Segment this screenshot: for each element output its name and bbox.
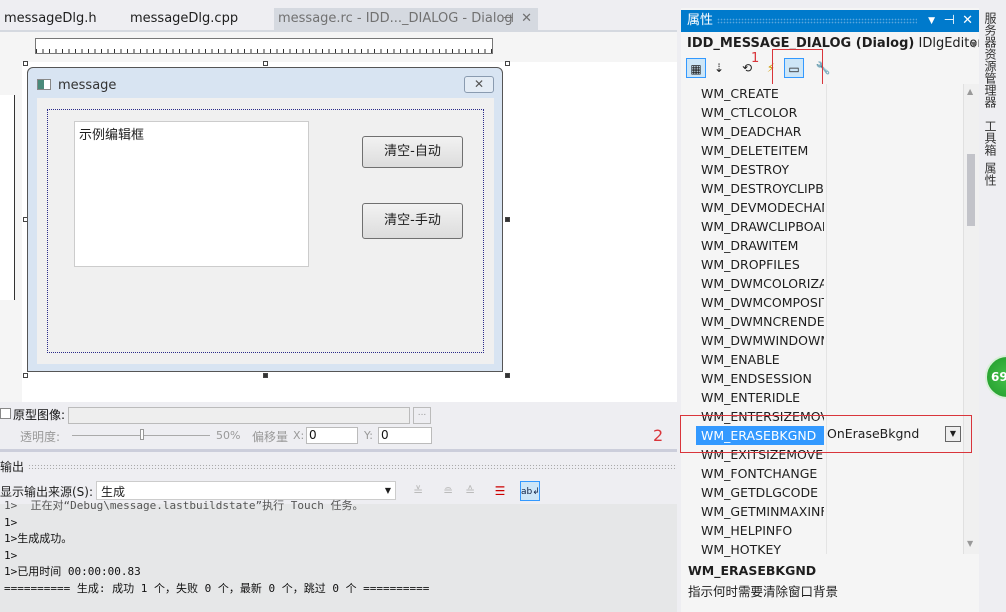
- message-item[interactable]: WM_ENDSESSION: [696, 369, 824, 388]
- message-item[interactable]: WM_HOTKEY: [696, 540, 824, 559]
- message-item[interactable]: WM_ENTERIDLE: [696, 388, 824, 407]
- source-value: 生成: [101, 485, 126, 499]
- y-label: Y:: [364, 429, 373, 442]
- message-item[interactable]: WM_GETMINMAXINF: [696, 502, 824, 521]
- offset-y-input[interactable]: 0: [378, 427, 432, 444]
- message-item[interactable]: WM_DEADCHAR: [696, 122, 824, 141]
- output-line: 1>生成成功。: [4, 532, 73, 545]
- output-header: 输出: [0, 452, 677, 482]
- dialog-title: message: [58, 78, 117, 93]
- tab-message-rc[interactable]: message.rc - IDD..._DIALOG - Dialog ⊣ ✕: [274, 8, 538, 30]
- offset-label: 偏移量: [252, 430, 289, 444]
- sample-edit-box[interactable]: 示例编辑框: [74, 121, 309, 267]
- resize-handle[interactable]: [263, 373, 268, 378]
- message-item[interactable]: WM_DROPFILES: [696, 255, 824, 274]
- vertical-ruler: [0, 95, 15, 300]
- message-item[interactable]: WM_CREATE: [696, 84, 824, 103]
- vertical-scrollbar[interactable]: ▲ ▼: [964, 84, 979, 554]
- pin-icon[interactable]: ⊣: [944, 10, 955, 32]
- side-tab-strip: 服务器资源管理器 工具箱 属性: [979, 8, 1006, 612]
- resize-handle[interactable]: [23, 61, 28, 66]
- message-item[interactable]: WM_CTLCOLOR: [696, 103, 824, 122]
- browse-button[interactable]: ...: [413, 407, 431, 424]
- tab-messagedlg-h[interactable]: messageDlg.h: [0, 8, 101, 30]
- clear-auto-button[interactable]: 清空-自动: [362, 136, 463, 168]
- message-item[interactable]: WM_DEVMODECHAN: [696, 198, 824, 217]
- column-divider: [826, 84, 827, 554]
- close-icon[interactable]: ✕: [962, 10, 973, 32]
- message-item[interactable]: WM_DRAWCLIPBOAR: [696, 217, 824, 236]
- message-item[interactable]: WM_DESTROY: [696, 160, 824, 179]
- clear-manual-button[interactable]: 清空-手动: [362, 203, 463, 239]
- pin-icon[interactable]: ⊣: [503, 8, 514, 30]
- tab-label: message.rc - IDD..._DIALOG - Dialog: [278, 11, 513, 26]
- side-tab-properties[interactable]: 属性: [982, 162, 999, 186]
- description-title: WM_ERASEBKGND: [688, 563, 817, 578]
- prototype-path-input[interactable]: [68, 407, 410, 424]
- chevron-down-icon: ▼: [971, 40, 978, 49]
- side-tab-toolbox[interactable]: 工具箱: [982, 120, 999, 156]
- annotation-box: [680, 415, 972, 453]
- properties-panel: 属性 ▼ ⊣ ✕ IDD_MESSAGE_DIALOG (Dialog) IDl…: [681, 8, 983, 612]
- resize-handle[interactable]: [505, 61, 510, 66]
- output-line: 1>: [4, 548, 18, 562]
- output-title: 输出: [0, 460, 25, 474]
- window-icon: [37, 79, 51, 90]
- output-line: 1> 正在对“Debug\message.lastbuildstate”执行 T…: [4, 499, 364, 512]
- message-item[interactable]: WM_DWMWINDOWM: [696, 331, 824, 350]
- message-item[interactable]: WM_ENABLE: [696, 350, 824, 369]
- chevron-down-icon: ▼: [384, 486, 391, 495]
- message-item[interactable]: WM_FONTCHANGE: [696, 464, 824, 483]
- description-pane: WM_ERASEBKGND 指示何时需要清除窗口背景: [681, 560, 979, 612]
- transparency-label: 透明度:: [20, 430, 61, 444]
- resize-handle[interactable]: [505, 373, 510, 378]
- close-icon[interactable]: ✕: [521, 8, 532, 30]
- output-line: 1>已用时间 00:00:00.83: [4, 565, 141, 578]
- properties-title-bar: 属性 ▼ ⊣ ✕: [681, 10, 979, 32]
- output-text[interactable]: 1> 正在对“Debug\message.lastbuildstate”执行 T…: [0, 499, 677, 612]
- dropdown-icon[interactable]: ▼: [928, 10, 935, 32]
- tab-messagedlg-cpp[interactable]: messageDlg.cpp: [126, 8, 242, 30]
- prototype-label: 原型图像:: [13, 408, 66, 422]
- prototype-image-panel: 原型图像: ... 透明度: 50% 偏移量 X: 0 Y: 0: [0, 402, 677, 450]
- properties-title: 属性: [687, 13, 714, 28]
- resize-handle[interactable]: [23, 373, 28, 378]
- slider-thumb[interactable]: [140, 429, 144, 440]
- prototype-checkbox[interactable]: [0, 408, 11, 419]
- output-line: 1>: [4, 515, 18, 529]
- resize-handle[interactable]: [263, 61, 268, 66]
- message-item[interactable]: WM_DRAWITEM: [696, 236, 824, 255]
- drag-grip[interactable]: [28, 464, 677, 469]
- message-item[interactable]: WM_HELPINFO: [696, 521, 824, 540]
- message-item[interactable]: WM_GETDLGCODE: [696, 483, 824, 502]
- dialog-close-button[interactable]: ✕: [464, 76, 494, 93]
- object-selector[interactable]: IDD_MESSAGE_DIALOG (Dialog) IDlgEditor ▼: [687, 36, 983, 51]
- categorized-icon[interactable]: ▦: [686, 58, 706, 78]
- scrollbar-thumb[interactable]: [967, 154, 975, 226]
- transparency-value: 50%: [216, 429, 241, 442]
- message-item[interactable]: WM_DESTROYCLIPBC: [696, 179, 824, 198]
- horizontal-ruler: [35, 38, 493, 54]
- annotation-label: 1: [751, 51, 760, 66]
- message-item[interactable]: WM_DELETEITEM: [696, 141, 824, 160]
- annotation-label: 2: [653, 426, 664, 445]
- offset-x-input[interactable]: 0: [306, 427, 358, 444]
- message-item[interactable]: WM_DWMNCRENDEI: [696, 312, 824, 331]
- resize-handle[interactable]: [505, 217, 510, 222]
- x-label: X:: [293, 429, 305, 442]
- message-item[interactable]: WM_DWMCOMPOSIT: [696, 293, 824, 312]
- drag-grip[interactable]: [717, 18, 917, 24]
- output-line: ========== 生成: 成功 1 个，失败 0 个，最新 0 个，跳过 0…: [4, 581, 430, 595]
- message-item[interactable]: WM_DWMCOLORIZAT: [696, 274, 824, 293]
- description-text: 指示何时需要清除窗口背景: [688, 584, 839, 599]
- alphabetical-icon[interactable]: ⇣: [709, 58, 729, 78]
- side-tab-server-explorer[interactable]: 服务器资源管理器: [982, 12, 999, 108]
